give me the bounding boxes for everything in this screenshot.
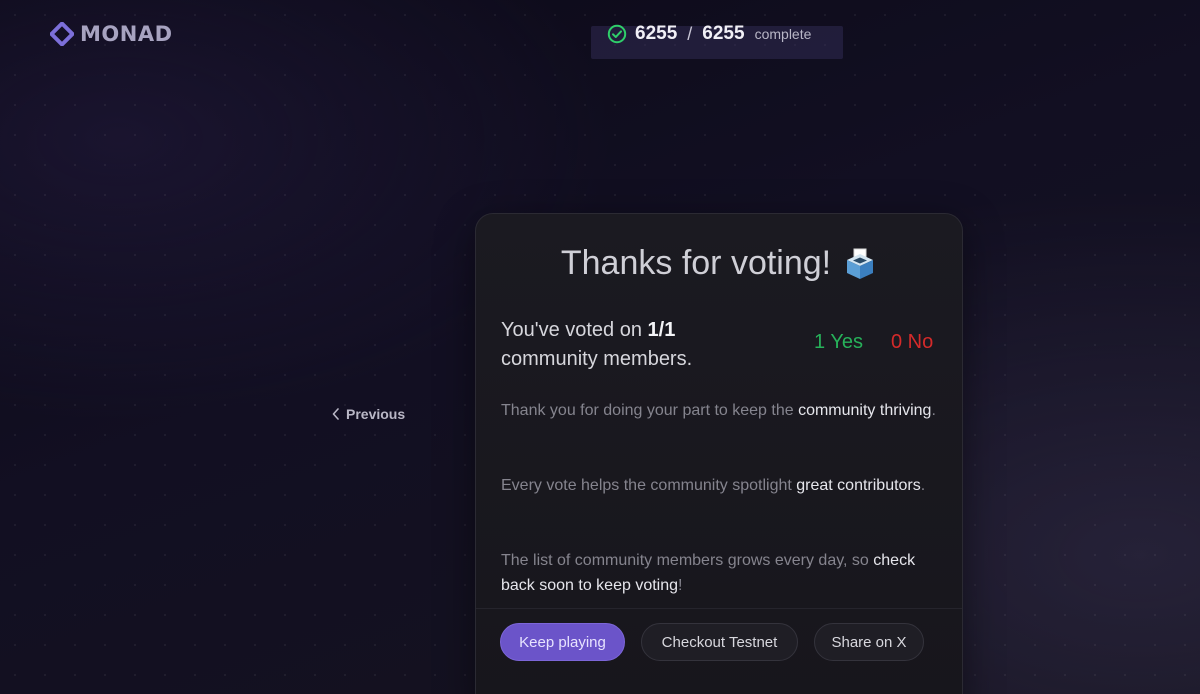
checkout-testnet-button[interactable]: Checkout Testnet xyxy=(641,623,798,661)
voted-prefix: You've voted on xyxy=(501,319,648,341)
check-back-text: The list of community members grows ever… xyxy=(501,552,874,569)
monad-logo-icon xyxy=(50,22,74,46)
check-circle-icon xyxy=(607,24,627,44)
spotlight-paragraph: Every vote helps the community spotlight… xyxy=(501,473,941,498)
no-count: 0 No xyxy=(891,331,934,353)
logo-text: MONAD xyxy=(80,22,173,46)
progress-banner: 6255 / 6255 complete xyxy=(591,23,843,59)
thanks-highlight: community thriving xyxy=(798,402,932,419)
spotlight-highlight: great contributors xyxy=(796,477,921,494)
progress-label: complete xyxy=(754,26,812,42)
progress-total: 6255 xyxy=(702,23,745,44)
progress-done: 6255 xyxy=(635,23,678,44)
spotlight-end: . xyxy=(920,477,926,494)
previous-button[interactable]: Previous xyxy=(332,406,405,422)
voted-count: 1/1 xyxy=(647,319,676,341)
keep-playing-button[interactable]: Keep playing xyxy=(500,623,625,661)
share-on-x-button[interactable]: Share on X xyxy=(814,623,924,661)
monad-logo[interactable]: MONAD xyxy=(50,21,173,47)
progress-separator: / xyxy=(687,23,693,44)
previous-label: Previous xyxy=(346,406,406,422)
chevron-left-icon xyxy=(332,408,339,420)
card-title-text: Thanks for voting! xyxy=(560,244,832,282)
card-divider xyxy=(476,608,962,609)
check-back-end: ! xyxy=(678,577,683,594)
voted-suffix: community members. xyxy=(501,348,693,370)
check-back-paragraph: The list of community members grows ever… xyxy=(501,548,941,598)
thanks-end: . xyxy=(931,402,936,419)
thanks-paragraph: Thank you for doing your part to keep th… xyxy=(501,398,941,423)
ballot-box-icon xyxy=(847,248,874,279)
voted-summary: You've voted on 1/1 community members. xyxy=(501,316,761,374)
spotlight-text: Every vote helps the community spotlight xyxy=(501,477,797,494)
card-title: Thanks for voting! xyxy=(476,244,962,283)
voting-complete-card: Thanks for voting! You've voted on 1/1 c… xyxy=(475,213,963,694)
yes-count: 1 Yes xyxy=(814,331,863,353)
thanks-text: Thank you for doing your part to keep th… xyxy=(501,402,799,419)
